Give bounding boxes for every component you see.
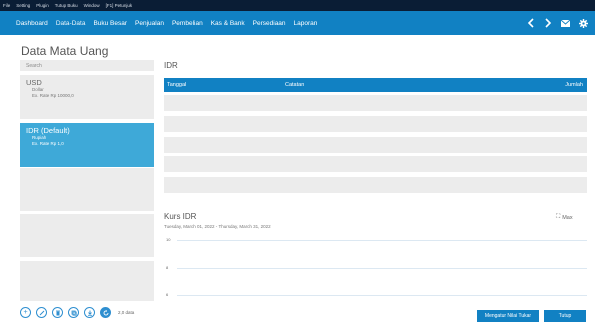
- menu-tutup-buku[interactable]: Tutup Buku: [55, 3, 78, 8]
- close-button[interactable]: Tutup: [544, 310, 586, 322]
- tab-laporan[interactable]: Laporan: [294, 20, 318, 27]
- currency-item-empty: [20, 168, 154, 211]
- max-button[interactable]: ⛶ Max: [556, 214, 573, 221]
- menu-bar: File Setting Plugin Tutup Buku Window [F…: [0, 0, 595, 11]
- gridline: [177, 240, 587, 241]
- add-icon[interactable]: +: [20, 307, 31, 318]
- menu-setting[interactable]: Setting: [16, 3, 30, 8]
- mail-icon[interactable]: [561, 19, 570, 27]
- tab-penjualan[interactable]: Penjualan: [135, 20, 164, 27]
- adjust-rate-button[interactable]: Mengatur Nilai Tukar: [477, 310, 539, 322]
- y-tick-label: 6: [166, 292, 169, 297]
- record-count: 2,0 data: [118, 310, 135, 315]
- tab-kas-bank[interactable]: Kas & Bank: [211, 20, 245, 27]
- currency-code: USD: [26, 78, 42, 87]
- currency-item-idr[interactable]: IDR (Default) Rupiah Ex. Rate Rp 1,0: [20, 123, 154, 167]
- page-title: Data Mata Uang: [21, 44, 109, 58]
- copy-icon[interactable]: [68, 307, 79, 318]
- tab-buku-besar[interactable]: Buku Besar: [93, 20, 127, 27]
- menu-petunjuk[interactable]: [F1] Petunjuk: [106, 3, 133, 8]
- table-row: [164, 137, 587, 153]
- nav-right-tools: [518, 11, 588, 35]
- search-input[interactable]: [20, 60, 154, 71]
- tab-pembelian[interactable]: Pembelian: [172, 20, 203, 27]
- kurs-title: Kurs IDR: [164, 212, 197, 221]
- refresh-icon[interactable]: [100, 307, 111, 318]
- currency-rate: Ex. Rate Rp 10000,0: [32, 93, 74, 98]
- chevron-left-icon[interactable]: [527, 18, 535, 28]
- table-header: Tanggal Catatan Jumlah: [164, 78, 587, 92]
- y-tick-label: 8: [166, 265, 169, 270]
- menu-file[interactable]: File: [3, 3, 10, 8]
- delete-icon[interactable]: [52, 307, 63, 318]
- table-row: [164, 177, 587, 193]
- download-icon[interactable]: [84, 307, 95, 318]
- edit-icon[interactable]: [36, 307, 47, 318]
- kurs-date-range: Tuesday, March 01, 2022 - Thursday, Marc…: [164, 224, 271, 229]
- chevron-right-icon[interactable]: [544, 18, 552, 28]
- tab-persediaan[interactable]: Persediaan: [253, 20, 286, 27]
- column-tanggal[interactable]: Tanggal: [167, 82, 186, 88]
- table-row: [164, 116, 587, 132]
- max-label: Max: [562, 214, 573, 221]
- expand-icon: ⛶: [556, 214, 561, 220]
- table-row: [164, 95, 587, 111]
- gridline: [177, 268, 587, 269]
- column-jumlah[interactable]: Jumlah: [565, 82, 583, 88]
- y-tick-label: 10: [166, 237, 171, 242]
- currency-item-empty: [20, 261, 154, 301]
- tab-dashboard[interactable]: Dashboard: [16, 20, 48, 27]
- currency-item-empty: [20, 214, 154, 257]
- menu-plugin[interactable]: Plugin: [36, 3, 49, 8]
- menu-window[interactable]: Window: [84, 3, 100, 8]
- tab-data-data[interactable]: Data-Data: [56, 20, 86, 27]
- list-actions: + 2,0 data: [20, 307, 134, 318]
- gear-icon[interactable]: [579, 18, 588, 28]
- currency-rate: Ex. Rate Rp 1,0: [32, 141, 64, 146]
- main-navbar: Dashboard Data-Data Buku Besar Penjualan…: [0, 11, 595, 35]
- table-row: [164, 156, 587, 172]
- currency-code: IDR (Default): [26, 126, 70, 135]
- currency-item-usd[interactable]: USD Dollar Ex. Rate Rp 10000,0: [20, 75, 154, 119]
- column-catatan[interactable]: Catatan: [285, 82, 304, 88]
- gridline: [177, 295, 587, 296]
- detail-title: IDR: [164, 61, 178, 70]
